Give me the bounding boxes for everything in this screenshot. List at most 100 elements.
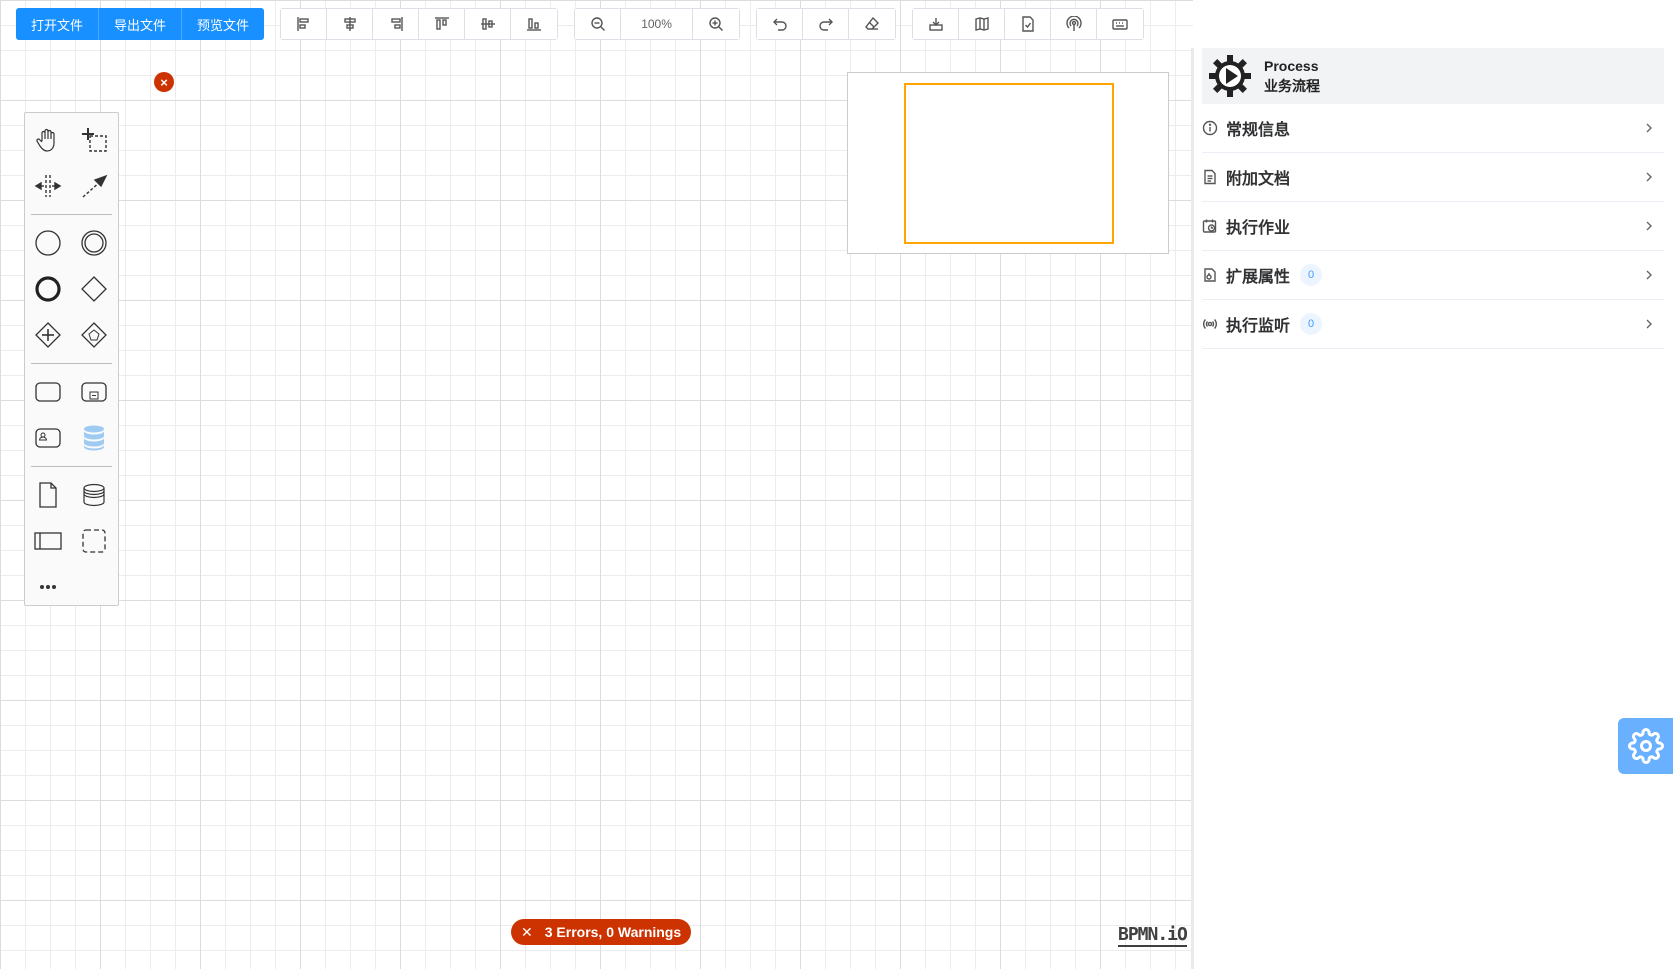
panel-header: Process 业务流程: [1202, 48, 1664, 104]
space-tool[interactable]: [25, 163, 71, 209]
export-file-button[interactable]: 导出文件: [99, 8, 183, 40]
undo-button[interactable]: [757, 9, 804, 39]
section-label: 执行监听: [1226, 318, 1291, 335]
data-object-icon: [39, 482, 57, 508]
open-file-button[interactable]: 打开文件: [16, 8, 100, 40]
panel-subtitle: 业务流程: [1264, 78, 1320, 94]
count-badge: 0: [1300, 313, 1323, 335]
participant-tool[interactable]: [25, 518, 71, 564]
palette-separator: [31, 466, 112, 467]
parallel-gateway-tool[interactable]: [25, 312, 71, 358]
event-gateway-icon: [81, 322, 107, 348]
count-badge: 0: [1300, 264, 1323, 286]
data-store-tool[interactable]: [71, 472, 117, 518]
hand-icon: [36, 128, 55, 152]
minimap[interactable]: [847, 72, 1169, 254]
redo-button[interactable]: [803, 9, 850, 39]
data-object-tool[interactable]: [25, 472, 71, 518]
align-middle-button[interactable]: [465, 9, 512, 39]
palette-separator: [31, 363, 112, 364]
align-middle-icon: [480, 18, 495, 30]
align-center-button[interactable]: [327, 9, 374, 39]
space-tool-icon: [34, 175, 62, 197]
section-extension-properties[interactable]: 扩展属性 0: [1202, 251, 1664, 300]
zoom-in-icon: [709, 17, 724, 31]
section-job-execution[interactable]: 执行作业: [1202, 202, 1664, 251]
info-icon: [1202, 120, 1218, 136]
document-icon: [1202, 169, 1218, 185]
preview-file-button[interactable]: 预览文件: [182, 8, 265, 40]
bpmn-io-logo[interactable]: BPMN.iO: [1118, 925, 1188, 947]
broadcast-icon: [1202, 316, 1218, 332]
start-event-icon: [35, 230, 61, 256]
chevron-right-icon: [1642, 317, 1656, 331]
linting-status-label: 3 Errors, 0 Warnings: [544, 924, 682, 940]
align-left-button[interactable]: [281, 9, 328, 39]
section-label: 常规信息: [1226, 122, 1291, 139]
panel-title: Process: [1264, 58, 1319, 74]
keyboard-button[interactable]: [1097, 9, 1144, 39]
canvas-divider: [1191, 48, 1194, 969]
section-execution-listeners[interactable]: 执行监听 0: [1202, 300, 1664, 349]
start-event-tool[interactable]: [25, 220, 71, 266]
align-bottom-button[interactable]: [511, 9, 558, 39]
section-documentation[interactable]: 附加文档: [1202, 153, 1664, 202]
lasso-icon: [82, 128, 107, 152]
zoom-out-button[interactable]: [575, 9, 622, 39]
settings-button[interactable]: [1618, 718, 1673, 774]
align-right-button[interactable]: [373, 9, 420, 39]
download-button[interactable]: [913, 9, 960, 39]
end-event-tool[interactable]: [25, 266, 71, 312]
keyboard-icon: [1112, 19, 1128, 30]
error-close-icon[interactable]: ×: [154, 72, 174, 92]
clear-button[interactable]: [849, 9, 896, 39]
task-tool[interactable]: [25, 369, 71, 415]
map-button[interactable]: [959, 9, 1006, 39]
user-task-icon: [35, 428, 61, 448]
tools-button-group: [912, 8, 1145, 40]
hand-tool[interactable]: [25, 117, 71, 163]
exclusive-gateway-tool[interactable]: [71, 266, 117, 312]
zoom-in-button[interactable]: [693, 9, 740, 39]
chevron-right-icon: [1642, 170, 1656, 184]
gear-icon: [1627, 728, 1664, 764]
calendar-clock-icon: [1202, 218, 1218, 234]
pool-icon: [34, 532, 62, 550]
intermediate-event-tool[interactable]: [71, 220, 117, 266]
align-left-icon: [296, 17, 309, 31]
section-label: 扩展属性: [1226, 269, 1291, 286]
align-top-icon: [434, 17, 449, 30]
section-general-info[interactable]: 常规信息: [1202, 104, 1664, 153]
group-tool[interactable]: [71, 518, 117, 564]
align-top-button[interactable]: [419, 9, 466, 39]
data-store-blue-tool[interactable]: [71, 415, 117, 461]
connect-icon: [82, 174, 108, 198]
task-icon: [35, 382, 61, 402]
user-task-tool[interactable]: [25, 415, 71, 461]
zoom-button-group: 100%: [574, 8, 741, 40]
more-tools[interactable]: [25, 564, 71, 610]
section-label: 附加文档: [1226, 171, 1291, 188]
linting-status-button[interactable]: ✕ 3 Errors, 0 Warnings: [511, 919, 692, 945]
simulate-button[interactable]: [1051, 9, 1098, 39]
process-gear-icon: [1209, 55, 1251, 97]
data-store-icon: [83, 483, 105, 507]
section-label: 执行作业: [1226, 220, 1291, 237]
top-toolbar: 打开文件 导出文件 预览文件 100%: [16, 8, 1145, 40]
gateway-icon: [81, 276, 107, 302]
download-icon: [928, 18, 943, 31]
event-based-gateway-tool[interactable]: [71, 312, 117, 358]
map-icon: [974, 17, 989, 31]
history-button-group: [756, 8, 897, 40]
subprocess-tool[interactable]: [71, 369, 117, 415]
file-button-group: 打开文件 导出文件 预览文件: [16, 8, 265, 40]
more-icon: [40, 585, 56, 589]
global-connect-tool[interactable]: [71, 163, 117, 209]
zoom-level-label: 100%: [621, 9, 694, 39]
broadcast-icon: [1065, 16, 1082, 31]
validate-button[interactable]: [1005, 9, 1052, 39]
palette: [24, 112, 119, 606]
minimap-viewport[interactable]: [904, 83, 1114, 244]
database-icon: [84, 425, 104, 451]
lasso-tool[interactable]: [71, 117, 117, 163]
